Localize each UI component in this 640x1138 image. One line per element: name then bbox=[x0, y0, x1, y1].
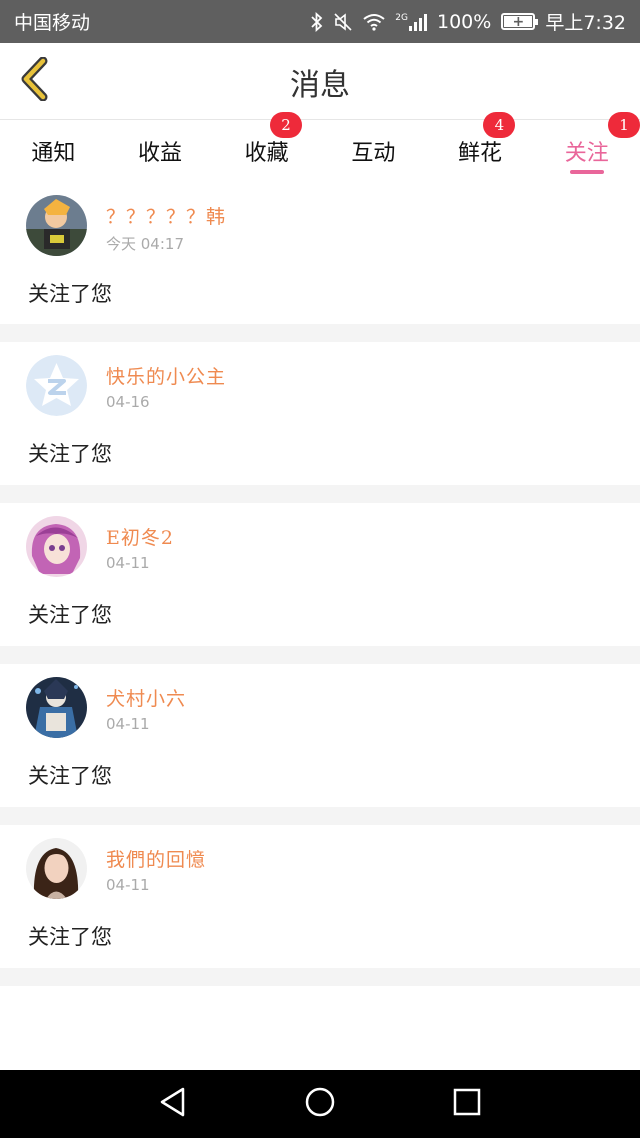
status-bar: 中国移动 2G 100% + 早上7:32 bbox=[0, 0, 640, 43]
carrier-name: 中国移动 bbox=[14, 12, 91, 34]
message-list: ？？？？？韩 今天 04:17 关注了您 快乐的小公主 04-16 关注了您 E… bbox=[0, 182, 640, 1138]
page-title: 消息 bbox=[290, 67, 350, 103]
signal-icon bbox=[409, 13, 427, 31]
tab-follows[interactable]: 关注 1 bbox=[533, 112, 640, 182]
user-name[interactable]: 犬村小六 bbox=[106, 684, 186, 711]
message-text: 关注了您 bbox=[28, 282, 112, 306]
timestamp: 04-11 bbox=[106, 876, 150, 894]
tab-label: 鲜花 bbox=[458, 141, 503, 166]
tab-flowers[interactable]: 鲜花 4 bbox=[427, 112, 534, 182]
network-type: 2G bbox=[395, 12, 408, 23]
system-nav-bar bbox=[0, 1070, 640, 1138]
battery-percent: 100% bbox=[437, 10, 492, 33]
timestamp: 04-11 bbox=[106, 554, 150, 572]
badge-count: 4 bbox=[483, 112, 516, 138]
battery-icon: + bbox=[501, 13, 539, 30]
message-text: 关注了您 bbox=[28, 764, 112, 788]
avatar[interactable] bbox=[26, 355, 87, 416]
list-item[interactable]: ？？？？？韩 今天 04:17 关注了您 bbox=[0, 182, 640, 324]
list-item[interactable]: 快乐的小公主 04-16 关注了您 bbox=[0, 342, 640, 485]
status-icons: 2G 100% + 早上7:32 bbox=[311, 8, 626, 35]
avatar[interactable] bbox=[26, 677, 87, 738]
timestamp: 04-16 bbox=[106, 393, 150, 411]
list-item[interactable]: 犬村小六 04-11 关注了您 bbox=[0, 664, 640, 807]
tab-label: 收益 bbox=[138, 141, 183, 166]
nav-recent-button[interactable] bbox=[437, 1074, 497, 1134]
clock: 早上7:32 bbox=[545, 12, 626, 34]
user-name[interactable]: 我們的回憶 bbox=[106, 845, 206, 872]
tab-label: 通知 bbox=[31, 141, 76, 166]
tab-label: 互动 bbox=[351, 141, 396, 166]
avatar[interactable] bbox=[26, 516, 87, 577]
active-tab-indicator bbox=[569, 170, 604, 174]
user-name[interactable]: 快乐的小公主 bbox=[106, 362, 226, 389]
list-item[interactable]: E初冬2 04-11 关注了您 bbox=[0, 503, 640, 646]
triangle-back-icon bbox=[158, 1086, 188, 1122]
badge-count: 2 bbox=[270, 112, 303, 138]
avatar[interactable] bbox=[26, 195, 87, 256]
list-item[interactable]: 我們的回憶 04-11 关注了您 bbox=[0, 825, 640, 968]
tab-notifications[interactable]: 通知 bbox=[0, 120, 107, 182]
nav-back-button[interactable] bbox=[143, 1074, 203, 1134]
badge-count: 1 bbox=[608, 112, 640, 138]
tab-bar: 通知 收益 收藏 2 互动 鲜花 4 关注 1 bbox=[0, 112, 640, 182]
timestamp: 今天 04:17 bbox=[106, 235, 184, 253]
bluetooth-icon bbox=[311, 11, 323, 32]
tab-label: 收藏 bbox=[244, 141, 289, 166]
avatar[interactable] bbox=[26, 838, 87, 899]
message-text: 关注了您 bbox=[28, 603, 112, 627]
wifi-icon bbox=[363, 13, 385, 31]
message-text: 关注了您 bbox=[28, 925, 112, 949]
app-header: 消息 bbox=[0, 43, 640, 120]
timestamp: 04-11 bbox=[106, 715, 150, 733]
tab-label: 关注 bbox=[564, 141, 609, 166]
square-recent-icon bbox=[453, 1088, 481, 1120]
cell-signal: 2G bbox=[395, 13, 427, 31]
user-name[interactable]: ？？？？？韩 bbox=[106, 202, 226, 229]
tab-earnings[interactable]: 收益 bbox=[107, 120, 214, 182]
tab-favorites[interactable]: 收藏 2 bbox=[213, 112, 320, 182]
tab-interactions[interactable]: 互动 bbox=[320, 120, 427, 182]
message-text: 关注了您 bbox=[28, 442, 112, 466]
user-name[interactable]: E初冬2 bbox=[106, 523, 174, 550]
circle-home-icon bbox=[304, 1086, 336, 1122]
mute-icon bbox=[333, 12, 353, 32]
nav-home-button[interactable] bbox=[290, 1074, 350, 1134]
